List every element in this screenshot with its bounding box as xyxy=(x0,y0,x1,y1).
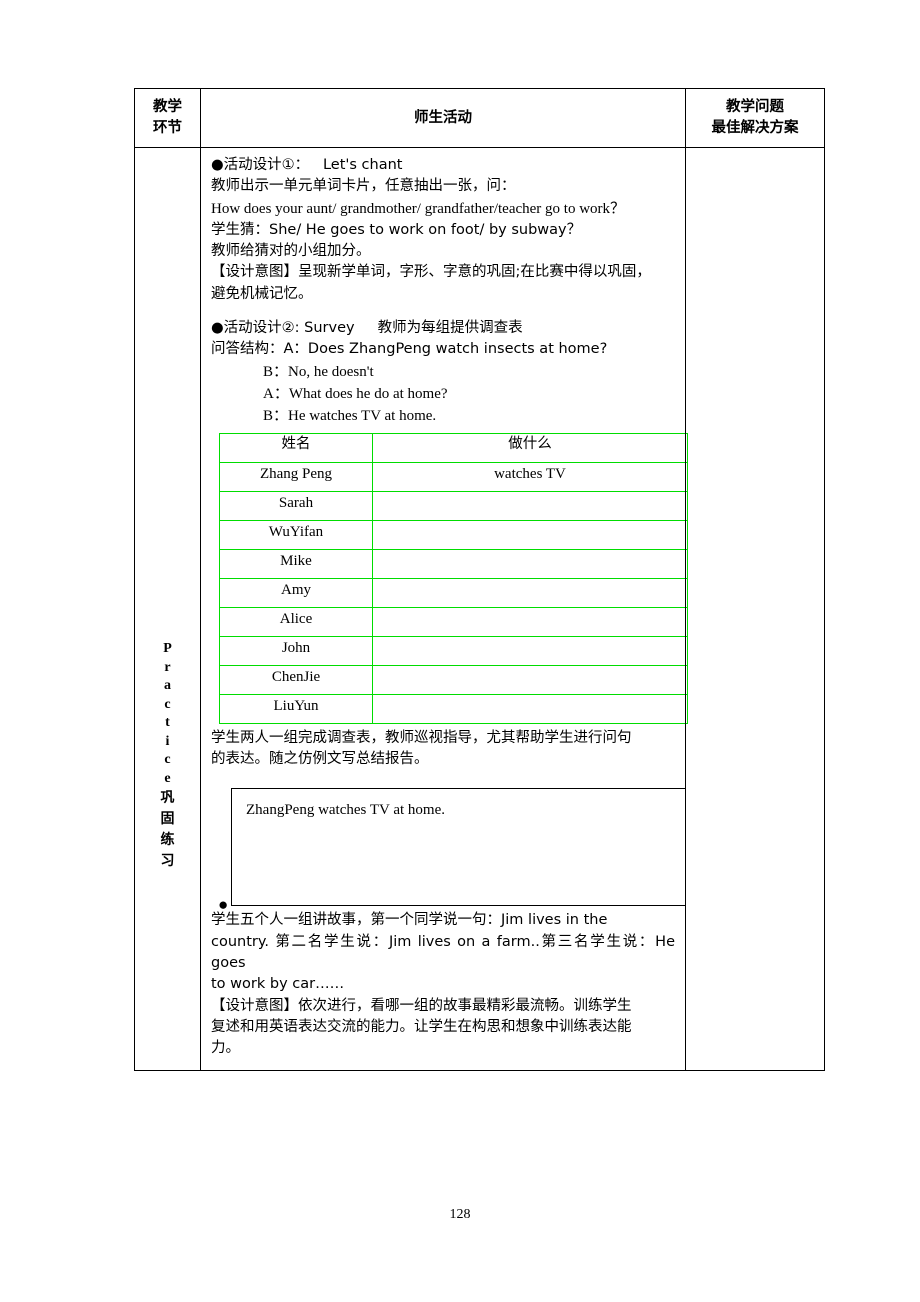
survey-table: 姓名 做什么 Zhang Peng watches TV Sarah WuYif… xyxy=(219,432,688,724)
stage-letter-r: r xyxy=(164,659,171,675)
story-line5: 复述和用英语表达交流的能力。让学生在构思和想象中训练表达能 xyxy=(211,1018,632,1035)
stage-letter-e: e xyxy=(164,770,171,786)
activity2-line2: B：No, he doesn't xyxy=(263,363,374,380)
survey-name-7: ChenJie xyxy=(219,664,373,695)
survey-name-4: Amy xyxy=(219,577,373,608)
story-line4: 【设计意图】依次进行，看哪一组的故事最精彩最流畅。训练学生 xyxy=(211,997,632,1014)
story-line1: 学生五个人一组讲故事，第一个同学说一句：Jim lives in the xyxy=(211,912,608,929)
after-table-line1: 学生两人一组完成调查表，教师巡视指导，尤其帮助学生进行问句 xyxy=(211,729,632,746)
survey-action-2[interactable] xyxy=(372,519,688,550)
survey-action-4[interactable] xyxy=(372,577,688,608)
survey-name-8: LiuYun xyxy=(219,693,373,724)
table-row: WuYifan xyxy=(219,519,688,550)
story-line2: country. 第二名学生说：Jim lives on a farm..第三名… xyxy=(211,933,680,971)
stage-letter-a: a xyxy=(164,678,171,694)
activity2-line4: B：He watches TV at home. xyxy=(263,407,437,424)
stage-cn-2: 固 xyxy=(160,811,175,828)
table-content-row: P r a c t i c e 巩 固 练 习 ●活动设计①： Let's ch… xyxy=(134,147,825,1071)
stage-letter-c: c xyxy=(164,696,171,712)
activity2-title: ●活动设计②: Survey 教师为每组提供调查表 xyxy=(211,319,523,336)
header-cell-stage: 教学 环节 xyxy=(134,87,201,149)
activity1-line4: 教师给猜对的小组加分。 xyxy=(211,243,371,260)
story-example-box: ZhangPeng watches TV at home. ● xyxy=(218,788,686,913)
table-row: Mike xyxy=(219,548,688,579)
survey-header-name: 姓名 xyxy=(219,432,373,463)
table-row: John xyxy=(219,635,688,666)
activity1-line5: 【设计意图】呈现新学单词，字形、字意的巩固;在比赛中得以巩固， xyxy=(211,264,651,281)
story-line3: to work by car…… xyxy=(211,976,345,993)
activity1-line1: 教师出示一单元单词卡片，任意抽出一张，问： xyxy=(211,178,516,195)
activity1-line6: 避免机械记忆。 xyxy=(211,285,313,302)
story-line6: 力。 xyxy=(211,1040,240,1057)
story-example-text: ZhangPeng watches TV at home. xyxy=(246,802,445,819)
table-row: Alice xyxy=(219,606,688,637)
survey-name-3: Mike xyxy=(219,548,373,579)
survey-action-6[interactable] xyxy=(372,635,688,666)
header-stage-line1: 教学 xyxy=(153,99,182,115)
activity2-line1: 问答结构：A：Does ZhangPeng watch insects at h… xyxy=(211,341,608,358)
survey-action-1[interactable] xyxy=(372,490,688,521)
header-problems-line1: 教学问题 xyxy=(726,99,784,115)
stage-cn-1: 巩 xyxy=(160,790,175,807)
stage-cn-3: 练 xyxy=(160,832,175,849)
activity-content-cell: ●活动设计①： Let's chant 教师出示一单元单词卡片，任意抽出一张，问… xyxy=(200,147,688,1071)
problems-solutions-cell xyxy=(685,147,825,1071)
survey-action-5[interactable] xyxy=(372,606,688,637)
survey-name-5: Alice xyxy=(219,606,373,637)
page-number: 128 xyxy=(449,1207,471,1222)
activity1-line2: How does your aunt/ grandmother/ grandfa… xyxy=(211,200,626,217)
after-table-line2: 的表达。随之仿例文写总结报告。 xyxy=(211,751,429,768)
activity2-line3: A：What does he do at home? xyxy=(263,385,448,402)
document-page: 教学 环节 师生活动 教学问题 最佳解决方案 P r a c t i c e 巩… xyxy=(0,0,920,1302)
bullet-icon: ● xyxy=(218,895,229,915)
lesson-plan-table: 教学 环节 师生活动 教学问题 最佳解决方案 P r a c t i c e 巩… xyxy=(134,87,825,1071)
survey-name-2: WuYifan xyxy=(219,519,373,550)
survey-name-6: John xyxy=(219,635,373,666)
table-row: ChenJie xyxy=(219,664,688,695)
stage-letter-c2: c xyxy=(164,752,171,768)
activity1-line3: 学生猜：She/ He goes to work on foot/ by sub… xyxy=(211,221,582,238)
survey-header-row: 姓名 做什么 xyxy=(219,432,688,463)
stage-label: P r a c t i c e 巩 固 练 习 xyxy=(135,345,200,872)
stage-cell: P r a c t i c e 巩 固 练 习 xyxy=(134,147,201,1071)
stage-cn-4: 习 xyxy=(160,853,175,870)
header-problems-line2: 最佳解决方案 xyxy=(711,120,799,137)
table-row: LiuYun xyxy=(219,693,688,724)
stage-letter-p: P xyxy=(163,641,172,657)
survey-name-1: Sarah xyxy=(219,490,373,521)
header-cell-activity: 师生活动 xyxy=(200,87,686,149)
survey-name-0: Zhang Peng xyxy=(219,461,373,492)
survey-action-0[interactable]: watches TV xyxy=(372,461,688,492)
table-row: Amy xyxy=(219,577,688,608)
table-header-row: 教学 环节 师生活动 教学问题 最佳解决方案 xyxy=(134,87,825,149)
header-cell-problems: 教学问题 最佳解决方案 xyxy=(685,87,825,149)
survey-action-3[interactable] xyxy=(372,548,688,579)
stage-letter-i: i xyxy=(165,733,170,749)
header-stage-line2: 环节 xyxy=(153,120,182,137)
survey-action-8[interactable] xyxy=(372,693,688,724)
survey-action-7[interactable] xyxy=(372,664,688,695)
table-row: Zhang Peng watches TV xyxy=(219,461,688,492)
stage-letter-t: t xyxy=(165,715,170,731)
activity1-title: ●活动设计①： Let's chant xyxy=(211,157,403,174)
survey-header-action: 做什么 xyxy=(372,432,688,463)
table-row: Sarah xyxy=(219,490,688,521)
